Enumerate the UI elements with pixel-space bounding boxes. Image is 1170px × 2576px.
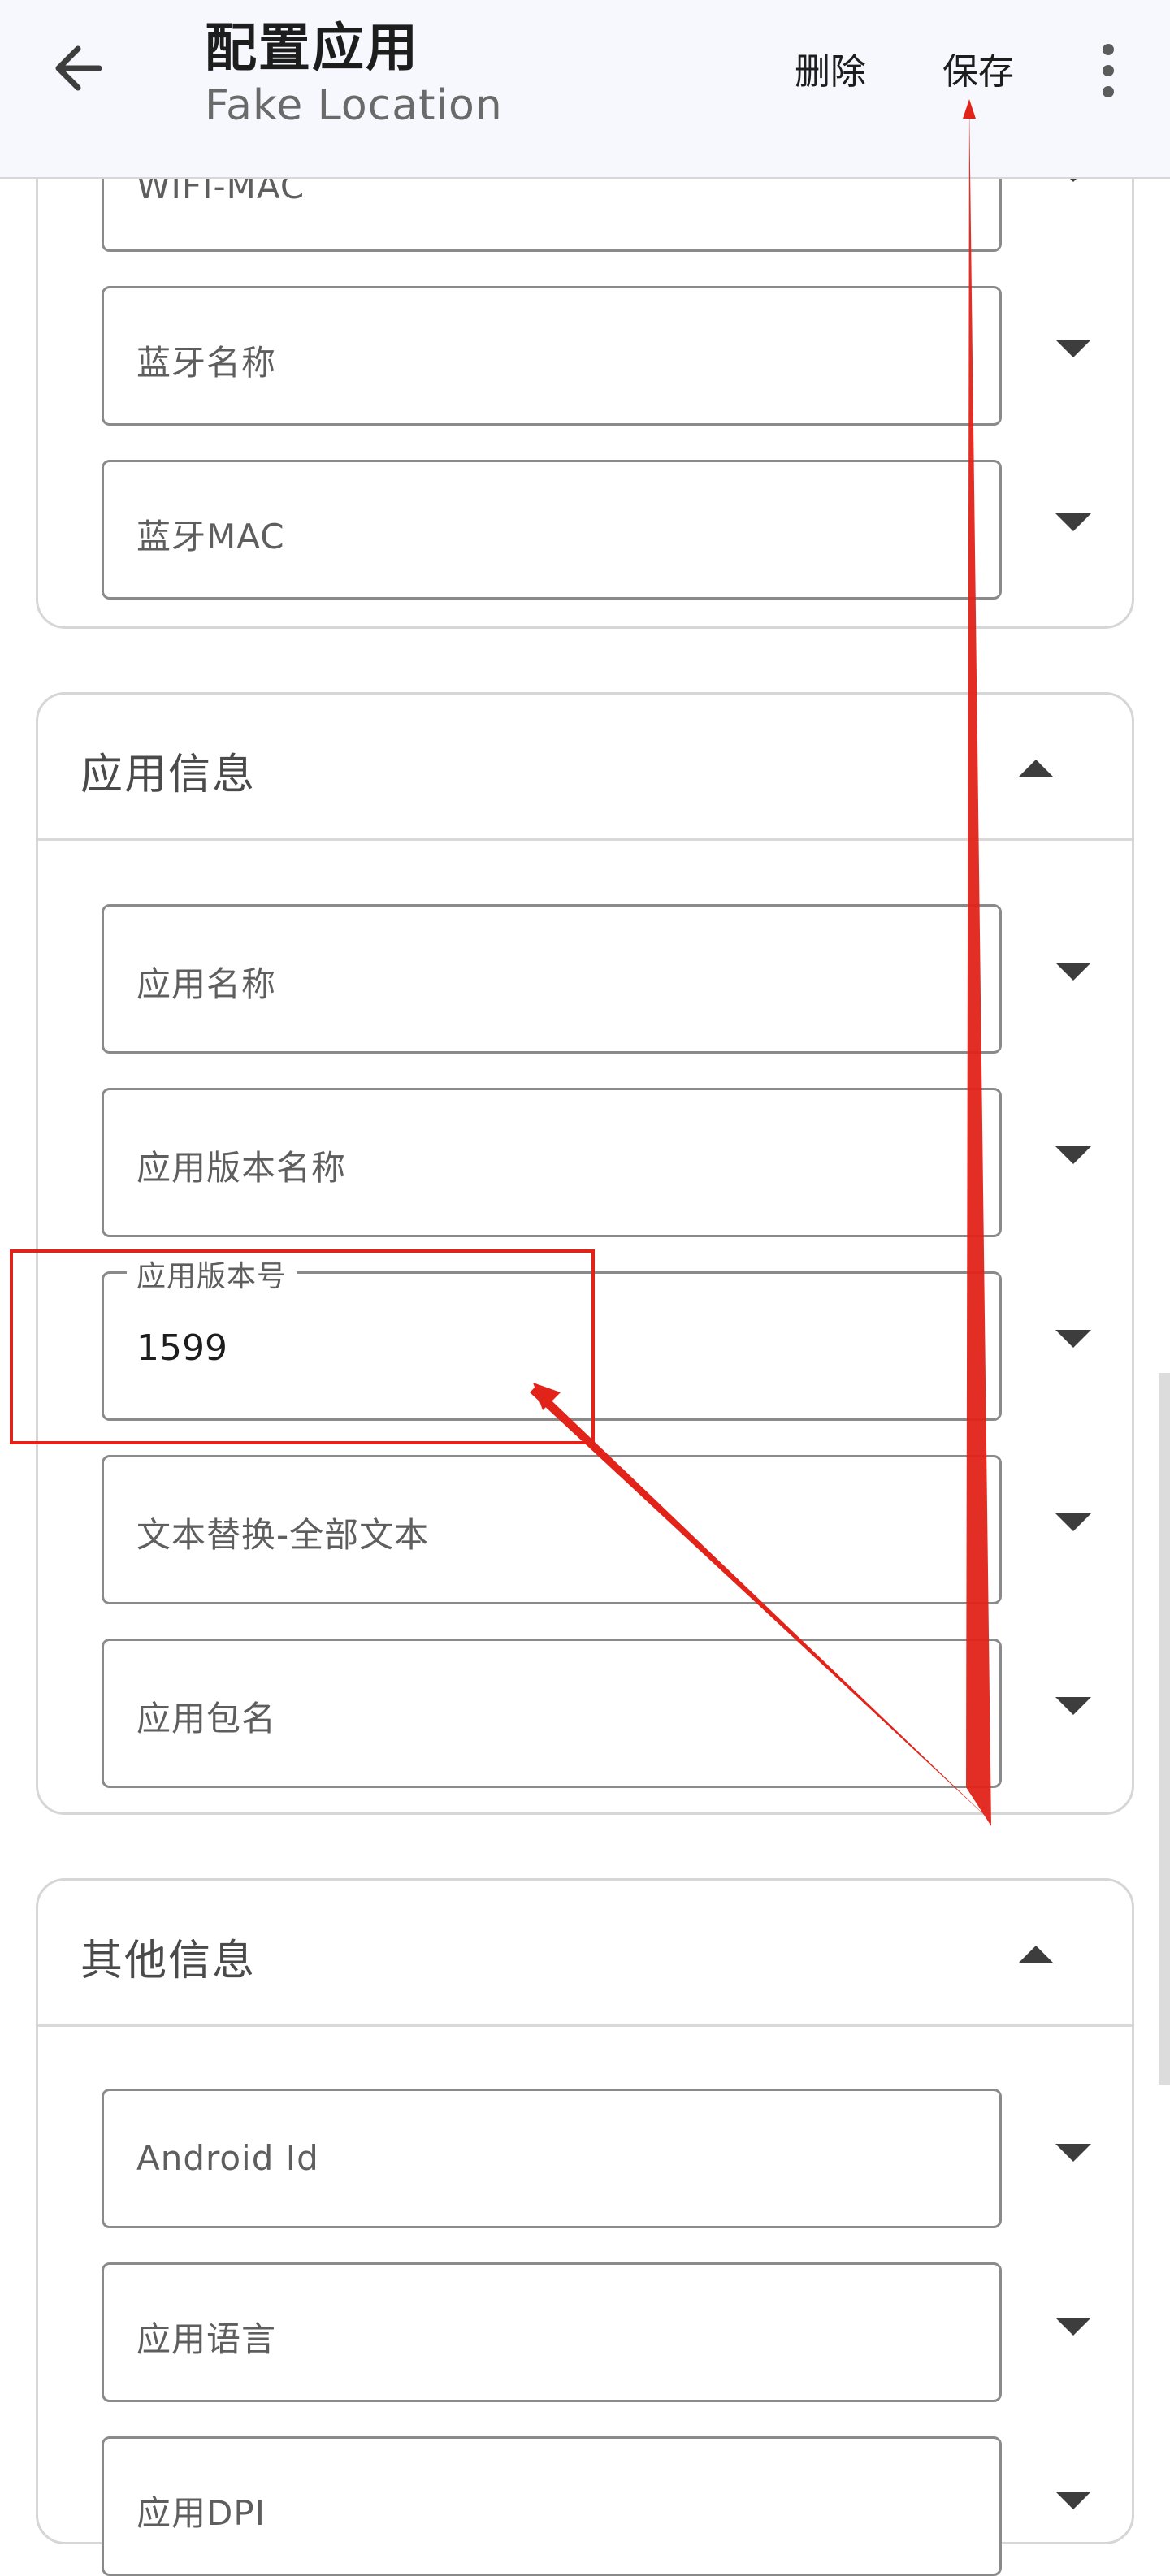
field-label: 应用语言 bbox=[136, 2319, 277, 2359]
other-info-card: 其他信息 Android Id 应用语言 应用DPI bbox=[36, 1878, 1134, 2576]
chevron-down-icon[interactable] bbox=[1055, 340, 1091, 357]
app-name-field[interactable]: 应用名称 bbox=[102, 904, 1002, 1054]
field-label: 应用版本名称 bbox=[136, 1148, 347, 1188]
chevron-down-icon[interactable] bbox=[1055, 963, 1091, 981]
arrow-back-icon bbox=[55, 45, 102, 91]
app-language-field[interactable]: 应用语言 bbox=[102, 2262, 1002, 2402]
device-info-card: WIFI-MAC 蓝牙名称 蓝牙MAC bbox=[36, 114, 1134, 629]
chevron-down-icon[interactable] bbox=[1055, 1513, 1091, 1531]
card-header[interactable]: 其他信息 bbox=[38, 1881, 1132, 2027]
field-label: 文本替换-全部文本 bbox=[136, 1515, 430, 1555]
page-title: 配置应用 bbox=[205, 19, 419, 79]
field-label: 应用DPI bbox=[136, 2493, 266, 2533]
app-version-name-field[interactable]: 应用版本名称 bbox=[102, 1088, 1002, 1237]
card-title: 其他信息 bbox=[80, 1937, 257, 1985]
scrollbar[interactable] bbox=[1159, 1373, 1170, 2085]
chevron-down-icon[interactable] bbox=[1055, 2144, 1091, 2162]
delete-button[interactable]: 删除 bbox=[795, 42, 866, 94]
more-options-button[interactable] bbox=[1094, 39, 1123, 104]
top-app-bar: 配置应用 Fake Location 删除 保存 bbox=[0, 0, 1170, 179]
chevron-down-icon[interactable] bbox=[1055, 1330, 1091, 1348]
chevron-down-icon[interactable] bbox=[1055, 2492, 1091, 2509]
card-header[interactable]: 应用信息 bbox=[38, 695, 1132, 841]
back-button[interactable] bbox=[42, 36, 120, 101]
more-vert-icon bbox=[1094, 44, 1123, 97]
android-id-field[interactable]: Android Id bbox=[102, 2089, 1002, 2228]
chevron-down-icon[interactable] bbox=[1055, 2318, 1091, 2336]
card-title: 应用信息 bbox=[80, 751, 257, 799]
chevron-up-icon bbox=[1018, 760, 1054, 777]
save-button[interactable]: 保存 bbox=[942, 42, 1014, 94]
chevron-down-icon[interactable] bbox=[1055, 1146, 1091, 1164]
annotation-highlight-box bbox=[10, 1249, 595, 1444]
package-name-field[interactable]: 应用包名 bbox=[102, 1639, 1002, 1788]
field-label: Android Id bbox=[136, 2138, 319, 2178]
bluetooth-name-field[interactable]: 蓝牙名称 bbox=[102, 286, 1002, 426]
field-label: 蓝牙MAC bbox=[136, 517, 285, 556]
app-dpi-field[interactable]: 应用DPI bbox=[102, 2436, 1002, 2576]
field-label: 蓝牙名称 bbox=[136, 343, 277, 383]
chevron-up-icon bbox=[1018, 1946, 1054, 1963]
text-replace-field[interactable]: 文本替换-全部文本 bbox=[102, 1455, 1002, 1604]
page-subtitle: Fake Location bbox=[205, 81, 503, 130]
bluetooth-mac-field[interactable]: 蓝牙MAC bbox=[102, 460, 1002, 600]
field-label: 应用名称 bbox=[136, 964, 277, 1004]
field-label: 应用包名 bbox=[136, 1699, 277, 1738]
chevron-down-icon[interactable] bbox=[1055, 1697, 1091, 1715]
chevron-down-icon[interactable] bbox=[1055, 513, 1091, 531]
